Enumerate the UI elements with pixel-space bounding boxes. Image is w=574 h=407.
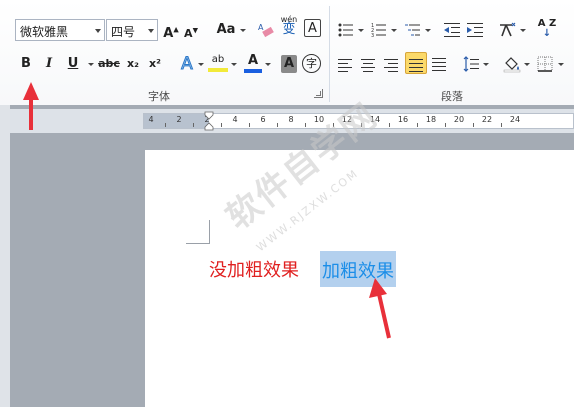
arrow-to-bold-button	[23, 82, 39, 130]
annotation-arrows	[23, 82, 391, 339]
arrow-to-bold-text	[369, 278, 391, 339]
